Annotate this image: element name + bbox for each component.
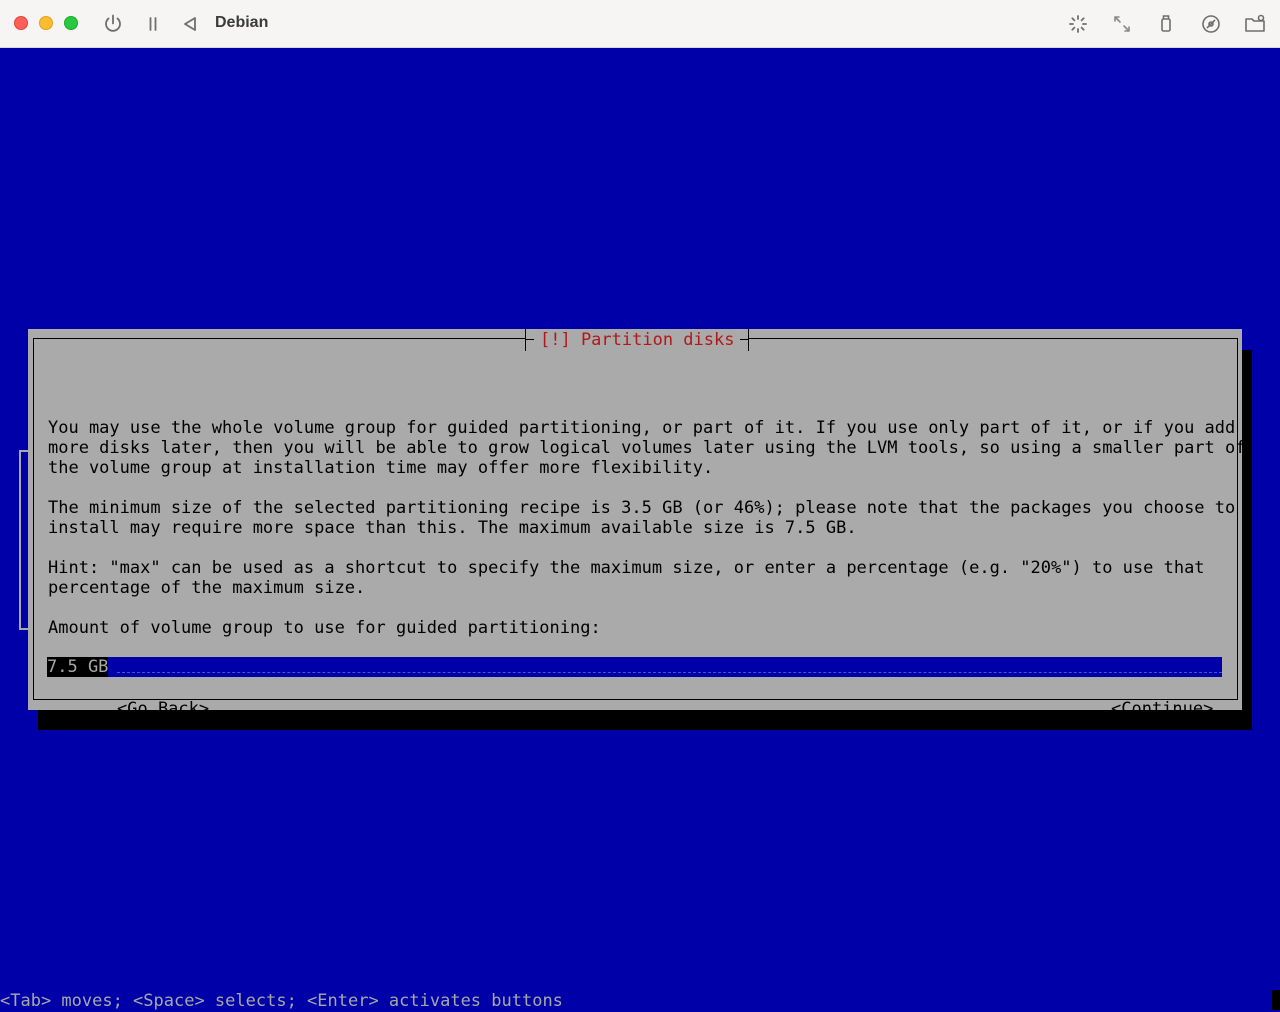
minimize-window-button[interactable] xyxy=(39,16,53,30)
volume-amount-input[interactable]: 7.5 GB xyxy=(47,657,1222,677)
input-current-value: 7.5 GB xyxy=(47,657,109,677)
input-fill-underline xyxy=(117,672,1222,673)
resize-icon[interactable] xyxy=(1110,12,1134,36)
go-back-button[interactable]: <Go Back> xyxy=(117,699,209,719)
maximize-window-button[interactable] xyxy=(64,16,78,30)
window-title: Debian xyxy=(215,14,269,31)
folder-share-icon[interactable] xyxy=(1243,12,1267,36)
brightness-icon[interactable] xyxy=(1066,12,1090,36)
keyboard-help-line: <Tab> moves; <Space> selects; <Enter> ac… xyxy=(0,991,563,1011)
partition-dialog: [!] Partition disks You may use the whol… xyxy=(28,329,1246,719)
dialog-title: [!] Partition disks xyxy=(525,329,750,351)
screen-corner-block xyxy=(1272,990,1280,1010)
amount-prompt-label: Amount of volume group to use for guided… xyxy=(48,618,601,638)
window-titlebar: Debian xyxy=(0,0,1280,48)
dialog-paragraph-minimum: The minimum size of the selected partiti… xyxy=(48,498,1236,538)
dialog-paragraph-intro: You may use the whole volume group for g… xyxy=(48,418,1246,478)
close-window-button[interactable] xyxy=(14,16,28,30)
back-triangle-icon[interactable] xyxy=(178,12,202,36)
pause-icon[interactable] xyxy=(141,12,165,36)
usb-icon[interactable] xyxy=(1154,12,1178,36)
cd-icon[interactable] xyxy=(1199,12,1223,36)
power-icon[interactable] xyxy=(101,12,125,36)
dialog-paragraph-hint: Hint: "max" can be used as a shortcut to… xyxy=(48,558,1205,598)
vm-screen: [!] Partition disks You may use the whol… xyxy=(0,48,1280,1010)
continue-button[interactable]: <Continue> xyxy=(1111,699,1213,719)
